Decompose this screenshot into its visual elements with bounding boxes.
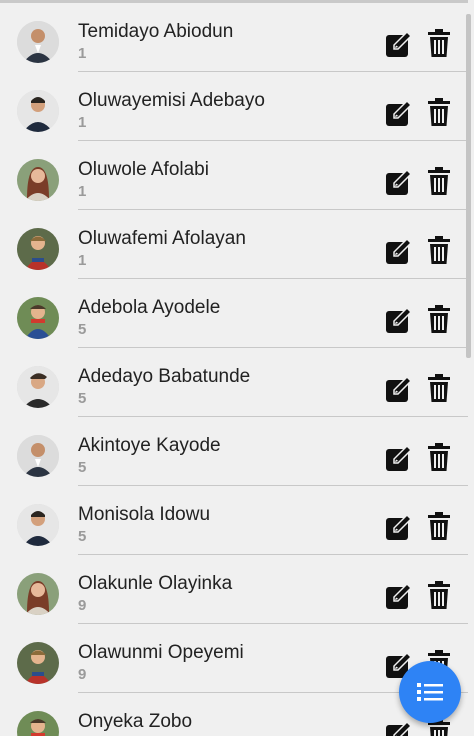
edit-icon[interactable] [385,168,413,196]
contact-list[interactable]: Temidayo Abiodun 1 Oluwayemisi Adebayo 1… [0,3,468,741]
edit-icon[interactable] [385,375,413,403]
trash-icon[interactable] [428,167,450,195]
list-item[interactable]: Olakunle Olayinka 9 [0,555,468,624]
edit-icon[interactable] [385,582,413,610]
contact-name: Oluwafemi Afolayan [78,228,246,249]
list-item[interactable]: Onyeka Zobo [0,693,468,741]
list-item[interactable]: Akintoye Kayode 5 [0,417,468,486]
avatar[interactable] [17,435,59,477]
contact-count: 1 [78,45,87,62]
contact-name: Oluwayemisi Adebayo [78,90,265,111]
avatar[interactable] [17,90,59,132]
edit-icon[interactable] [385,30,413,58]
edit-icon[interactable] [385,306,413,334]
avatar[interactable] [17,504,59,546]
contact-name: Olakunle Olayinka [78,573,233,594]
contact-count: 1 [78,252,87,269]
contact-count: 1 [78,114,87,131]
edit-icon[interactable] [385,444,413,472]
contact-name: Onyeka Zobo [78,711,193,732]
list-item[interactable]: Oluwafemi Afolayan 1 [0,210,468,279]
contact-name: Akintoye Kayode [78,435,221,456]
avatar[interactable] [17,159,59,201]
contact-count: 5 [78,321,87,338]
contact-count: 9 [78,597,87,614]
list-item[interactable]: Adebola Ayodele 5 [0,279,468,348]
contact-list-screen: Temidayo Abiodun 1 Oluwayemisi Adebayo 1… [0,0,474,741]
edit-icon[interactable] [385,99,413,127]
bottom-edge [0,736,474,741]
avatar[interactable] [17,366,59,408]
list-icon [417,683,443,701]
list-item[interactable]: Olawunmi Opeyemi 9 [0,624,468,693]
contact-name: Adebola Ayodele [78,297,221,318]
contact-count: 5 [78,390,87,407]
trash-icon[interactable] [428,29,450,57]
avatar[interactable] [17,21,59,63]
list-item[interactable]: Oluwole Afolabi 1 [0,141,468,210]
edit-icon[interactable] [385,237,413,265]
trash-icon[interactable] [428,374,450,402]
trash-icon[interactable] [428,581,450,609]
trash-icon[interactable] [428,98,450,126]
contact-name: Olawunmi Opeyemi [78,642,244,663]
list-item[interactable]: Adedayo Babatunde 5 [0,348,468,417]
contact-name: Monisola Idowu [78,504,211,525]
avatar[interactable] [17,228,59,270]
contact-count: 1 [78,183,87,200]
trash-icon[interactable] [428,305,450,333]
trash-icon[interactable] [428,443,450,471]
trash-icon[interactable] [428,512,450,540]
list-item[interactable]: Oluwayemisi Adebayo 1 [0,72,468,141]
avatar[interactable] [17,297,59,339]
contact-count: 5 [78,528,87,545]
contact-count: 9 [78,666,87,683]
avatar[interactable] [17,573,59,615]
contact-name: Temidayo Abiodun [78,21,234,42]
scrollbar-thumb[interactable] [466,14,471,358]
edit-icon[interactable] [385,513,413,541]
contact-name: Oluwole Afolabi [78,159,209,180]
list-item[interactable]: Temidayo Abiodun 1 [0,3,468,72]
list-view-fab-button[interactable] [399,661,461,723]
list-item[interactable]: Monisola Idowu 5 [0,486,468,555]
contact-name: Adedayo Babatunde [78,366,251,387]
contact-count: 5 [78,459,87,476]
avatar[interactable] [17,642,59,684]
trash-icon[interactable] [428,236,450,264]
